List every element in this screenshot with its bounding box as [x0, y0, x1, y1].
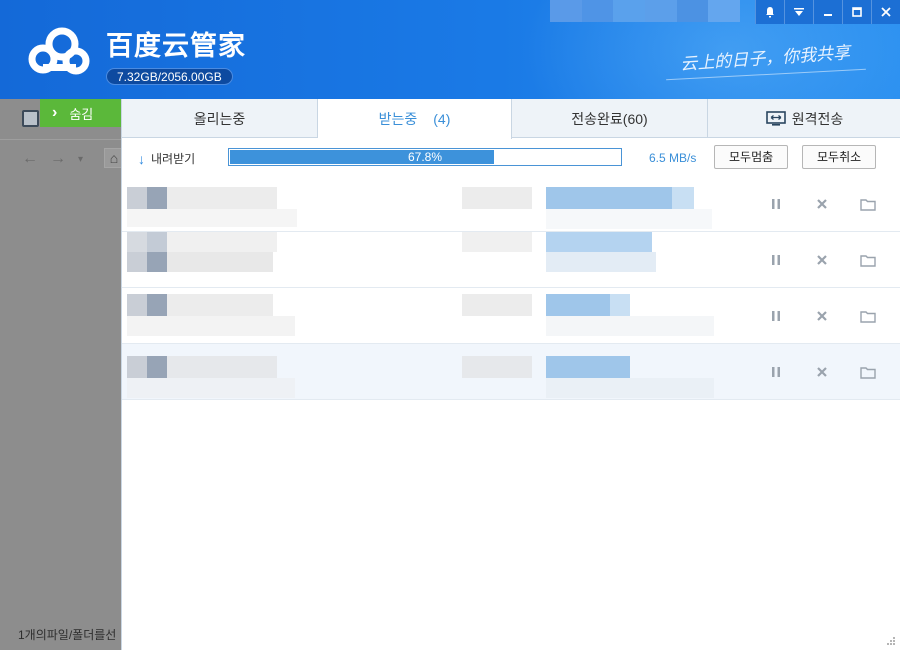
- download-arrow-icon: ↓: [138, 150, 145, 167]
- tab-label: 원격전송: [791, 110, 844, 127]
- row-actions: [767, 176, 877, 232]
- list-item[interactable]: [122, 232, 900, 288]
- app-header: 百度云管家 7.32GB/2056.00GB 云上的日子，你我共享: [0, 0, 900, 99]
- menu-dropdown-icon[interactable]: [784, 0, 813, 24]
- cancel-all-button[interactable]: 모두취소: [802, 145, 877, 169]
- maximize-icon[interactable]: [842, 0, 871, 24]
- tab-label: 올리는중: [193, 110, 246, 127]
- close-window-icon[interactable]: [871, 0, 900, 24]
- row-actions: [767, 232, 877, 288]
- progress-percent: 67.8%: [407, 150, 443, 164]
- pause-icon[interactable]: [767, 307, 785, 325]
- forward-arrow-icon[interactable]: →: [50, 150, 66, 170]
- monitor-icon: [765, 110, 786, 126]
- pause-icon[interactable]: [767, 251, 785, 269]
- minimize-icon[interactable]: [813, 0, 842, 24]
- folder-icon[interactable]: [859, 195, 877, 213]
- list-item[interactable]: [122, 344, 900, 400]
- download-toolbar: ↓ 내려받기 67.8% 6.5 MB/s 모두멈춤 모두취소: [122, 139, 900, 176]
- close-icon[interactable]: [813, 251, 831, 269]
- pause-icon[interactable]: [767, 195, 785, 213]
- app-title: 百度云管家: [106, 31, 246, 62]
- upload-icon: [22, 110, 39, 127]
- tab-downloading[interactable]: 받는중 (4): [318, 99, 512, 139]
- storage-quota: 7.32GB/2056.00GB: [106, 68, 233, 85]
- resize-grip-icon[interactable]: [886, 636, 896, 646]
- pause-all-button[interactable]: 모두멈춤: [714, 145, 789, 169]
- tab-count: (4): [433, 111, 451, 127]
- overall-progress-bar: 67.8%: [228, 148, 622, 166]
- back-arrow-icon[interactable]: ←: [22, 150, 38, 170]
- close-icon[interactable]: [813, 195, 831, 213]
- chevron-right-icon: ›: [52, 104, 58, 121]
- transfer-panel: 올리는중 받는중 (4) 전송완료(60) 원격전송 ↓ 내려받기 67.8% …: [121, 99, 900, 650]
- hide-button[interactable]: › 숨김: [40, 99, 121, 127]
- notification-bell-icon[interactable]: [755, 0, 784, 24]
- hide-button-label: 숨김: [69, 106, 94, 122]
- divider: [0, 139, 121, 140]
- status-text: 1개의파일/폴더를선: [18, 628, 117, 642]
- pause-icon[interactable]: [767, 363, 785, 381]
- folder-icon[interactable]: [859, 307, 877, 325]
- tab-completed[interactable]: 전송완료(60): [512, 99, 708, 138]
- row-actions: [767, 344, 877, 400]
- download-label-text: 내려받기: [151, 152, 196, 166]
- pixelated-account-area: [550, 0, 741, 22]
- close-icon[interactable]: [813, 307, 831, 325]
- tab-remote-transfer[interactable]: 원격전송: [708, 99, 900, 138]
- nav-arrows: ← → ▾: [22, 150, 83, 170]
- list-item[interactable]: [122, 288, 900, 344]
- window-controls: [755, 0, 900, 24]
- download-label: ↓ 내려받기: [138, 150, 195, 167]
- tab-label: 전송완료(60): [571, 110, 648, 127]
- tab-uploading[interactable]: 올리는중: [122, 99, 318, 138]
- row-actions: [767, 288, 877, 344]
- dropdown-caret-icon[interactable]: ▾: [78, 150, 83, 170]
- transfer-tabs: 올리는중 받는중 (4) 전송완료(60) 원격전송: [122, 99, 900, 139]
- baidu-cloud-logo-icon: [28, 27, 90, 75]
- close-icon[interactable]: [813, 363, 831, 381]
- folder-icon[interactable]: [859, 251, 877, 269]
- list-item[interactable]: [122, 176, 900, 232]
- folder-icon[interactable]: [859, 363, 877, 381]
- left-overlay-pane: [0, 99, 121, 650]
- download-speed: 6.5 MB/s: [649, 151, 697, 165]
- tab-label: 받는중: [378, 111, 418, 127]
